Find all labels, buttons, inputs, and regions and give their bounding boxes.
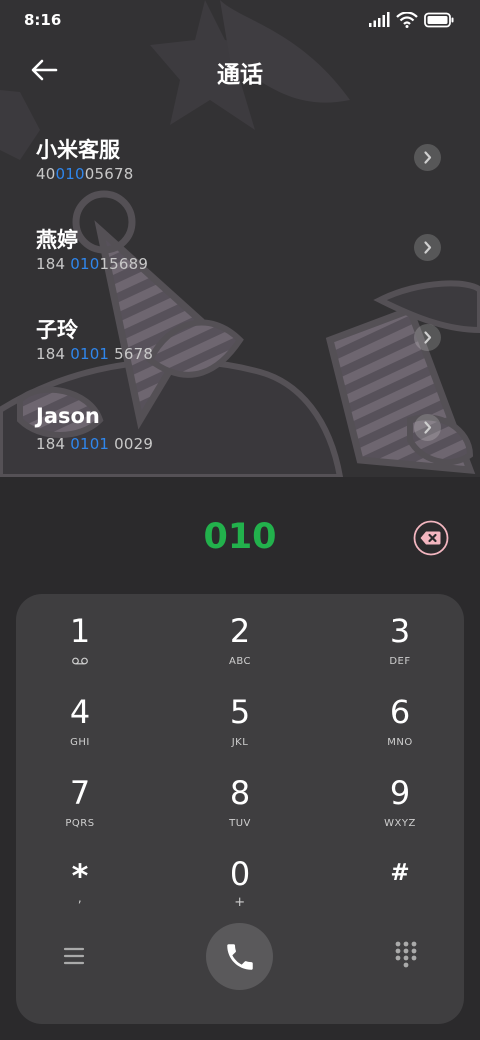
number-suffix: 15689: [99, 255, 149, 273]
key-letters: PQRS: [65, 818, 95, 829]
key-letters: WXYZ: [384, 818, 416, 829]
number-match: 0101: [70, 345, 110, 363]
contact-number: 184 0101 0029: [36, 435, 153, 453]
number-match: 0101: [70, 435, 110, 453]
key-2[interactable]: 2 ABC: [180, 604, 300, 674]
chevron-right-icon: [424, 151, 432, 164]
key-5[interactable]: 5 JKL: [180, 685, 300, 755]
hide-keypad-button[interactable]: [392, 940, 420, 970]
key-4[interactable]: 4 GHI: [20, 685, 140, 755]
number-prefix: 184: [36, 255, 71, 273]
key-3[interactable]: 3 DEF: [340, 604, 460, 674]
key-9[interactable]: 9 WXYZ: [340, 766, 460, 836]
contact-name: 燕婷: [36, 228, 78, 252]
key-6[interactable]: 6 MNO: [340, 685, 460, 755]
contact-detail-button[interactable]: [414, 234, 441, 261]
contact-detail-button[interactable]: [414, 324, 441, 351]
contact-number: 184 01015689: [36, 255, 148, 273]
key-letters: MNO: [387, 737, 413, 748]
contact-name: 子玲: [36, 318, 78, 342]
key-digit: 3: [389, 612, 411, 650]
key-letters: TUV: [229, 818, 251, 829]
number-prefix: 184: [36, 435, 71, 453]
key-digit: 7: [69, 774, 91, 812]
dialed-number: 010: [203, 517, 277, 557]
key-letters: DEF: [389, 656, 411, 667]
key-0[interactable]: 0 +: [180, 847, 300, 917]
key-digit: *: [71, 857, 89, 895]
key-digit: 5: [229, 693, 251, 731]
search-results-panel: 8:16 通话 小米客服 4001005678 燕婷 184 01015689 …: [0, 0, 480, 477]
key-digit: 0: [229, 855, 251, 893]
phone-icon: [227, 944, 253, 970]
contact-detail-button[interactable]: [414, 414, 441, 441]
contact-result-row[interactable]: 燕婷 184 01015689: [0, 200, 480, 290]
menu-icon: [63, 947, 85, 965]
number-suffix: 05678: [84, 165, 134, 183]
status-bar: 8:16: [0, 0, 480, 40]
chevron-right-icon: [424, 241, 432, 254]
battery-icon: [424, 12, 454, 28]
key-letters: JKL: [231, 737, 249, 748]
key-letters: ,: [77, 891, 83, 905]
page-title: 通话: [217, 62, 263, 88]
contact-result-row[interactable]: 子玲 184 0101 5678: [0, 290, 480, 380]
voicemail-icon: [72, 657, 88, 665]
key-letters: ABC: [228, 656, 251, 667]
dial-keypad: 1 2 ABC 3 DEF 4 GHI 5 JKL 6 MNO 7 PQRS 8…: [16, 594, 464, 1024]
key-digit: 6: [389, 693, 411, 731]
chevron-right-icon: [424, 421, 432, 434]
number-suffix: 0029: [109, 435, 154, 453]
key-1[interactable]: 1: [20, 604, 140, 674]
number-suffix: 5678: [109, 345, 154, 363]
call-button[interactable]: [206, 923, 273, 990]
number-match: 010: [55, 165, 85, 183]
contact-number: 4001005678: [36, 165, 133, 183]
key-digit: 8: [229, 774, 251, 812]
key-digit: 1: [69, 612, 91, 650]
number-match: 010: [70, 255, 100, 273]
key-digit: 9: [389, 774, 411, 812]
wifi-icon: [396, 12, 418, 28]
status-time: 8:16: [24, 11, 62, 29]
contact-result-row[interactable]: 小米客服 4001005678: [0, 110, 480, 200]
contact-detail-button[interactable]: [414, 144, 441, 171]
key-letters: +: [234, 895, 246, 910]
key-hash[interactable]: #: [340, 847, 460, 917]
key-7[interactable]: 7 PQRS: [20, 766, 140, 836]
contact-number: 184 0101 5678: [36, 345, 153, 363]
chevron-right-icon: [424, 331, 432, 344]
contact-result-row[interactable]: Jason 184 0101 0029: [0, 380, 480, 470]
number-prefix: 184: [36, 345, 71, 363]
key-digit: 2: [229, 612, 251, 650]
key-digit: #: [390, 860, 410, 886]
key-digit: 4: [69, 693, 91, 731]
key-letters: GHI: [70, 737, 90, 748]
key-star[interactable]: * ,: [20, 847, 140, 917]
backspace-icon: [413, 520, 449, 556]
contact-name: Jason: [36, 404, 100, 428]
signal-icon: [369, 12, 390, 27]
key-8[interactable]: 8 TUV: [180, 766, 300, 836]
contact-name: 小米客服: [36, 138, 120, 162]
delete-digit-button[interactable]: [413, 520, 449, 556]
menu-button[interactable]: [60, 942, 88, 970]
number-prefix: 40: [36, 165, 56, 183]
keypad-grid-icon: [395, 941, 417, 968]
